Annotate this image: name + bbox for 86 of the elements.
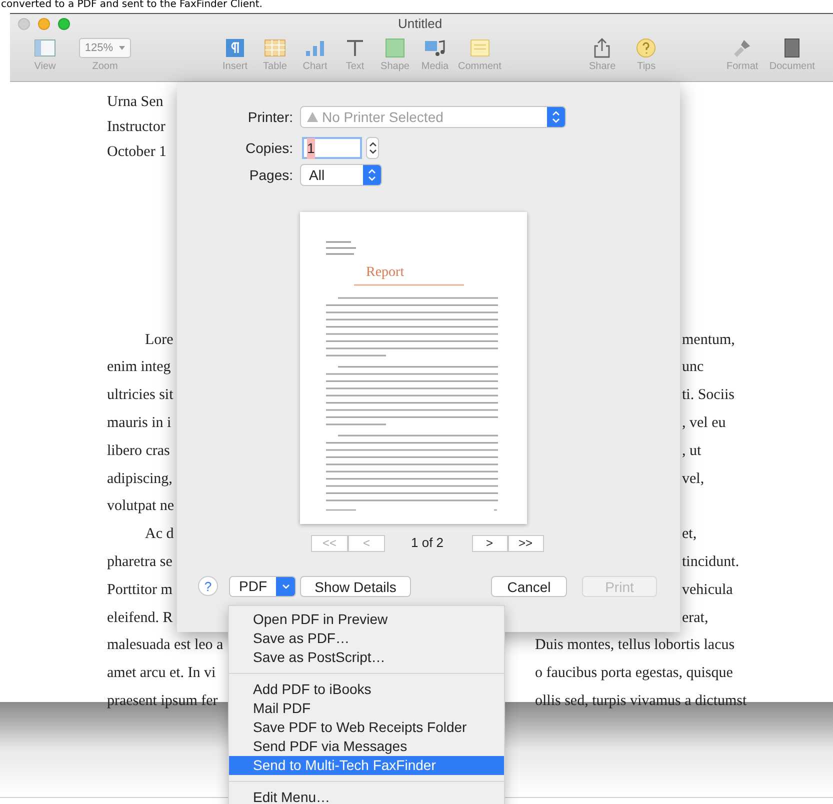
document-text: mauris in i [107, 414, 172, 434]
toolbar-button[interactable]: Comment [458, 38, 502, 72]
document-text: Duis montes, tellus lobortis lacus [535, 636, 735, 656]
close-window-icon[interactable] [18, 18, 30, 30]
document-text: unc [682, 358, 704, 378]
zoom-window-icon[interactable] [58, 18, 70, 30]
menu-item[interactable]: Open PDF in Preview [229, 610, 504, 629]
caret-icon [119, 46, 126, 50]
document-text: et, [682, 525, 697, 544]
page-nav-button[interactable]: >> [508, 534, 544, 552]
table-icon [264, 38, 286, 58]
document-text: o faucibus porta egestas, quisque [535, 664, 733, 684]
document-text: erat, [682, 608, 708, 628]
bar-chart-icon [304, 38, 326, 58]
document-text: Instructor [107, 118, 166, 137]
question-icon [635, 38, 658, 58]
zoom-dropdown[interactable]: 125% [78, 38, 132, 58]
stepper-arrows-icon [368, 142, 376, 154]
toolbar-button[interactable]: Tips [629, 38, 664, 72]
pdf-menu-button[interactable]: PDF [229, 576, 296, 596]
cancel-button[interactable]: Cancel [491, 576, 567, 596]
document-text: October 1 [107, 143, 167, 162]
printer-label: Printer: [246, 108, 293, 126]
minimize-window-icon[interactable] [38, 18, 50, 30]
pages-dropdown[interactable]: All [300, 164, 382, 186]
document-text: mentum, [682, 330, 735, 350]
document-text: , ut [682, 442, 702, 461]
copies-field[interactable]: 1 [302, 137, 362, 159]
document-text: Urna Sen [107, 93, 164, 112]
warning-icon [307, 112, 318, 122]
chevron-down-icon [282, 584, 290, 588]
media-icon [424, 38, 446, 58]
document-text: pharetra se [107, 553, 172, 572]
document-text: volutpat ne [107, 497, 174, 516]
document-text: libero cras [107, 442, 170, 461]
document-text: eleifend. R [107, 608, 173, 628]
menu-item[interactable]: Send PDF via Messages [229, 737, 504, 756]
toolbar-button[interactable]: Table [258, 38, 292, 72]
page-count: 1 of 2 [411, 534, 444, 552]
document-text: tincidunt. [682, 553, 740, 572]
square-icon [384, 38, 406, 58]
menu-item[interactable]: Send to Multi-Tech FaxFinder [229, 756, 504, 775]
document-text: ollis sed, turpis vivamus a dictumst [535, 692, 747, 711]
document-text: ultricies sit [107, 386, 174, 406]
text-icon [344, 38, 366, 58]
toolbar-label: Zoom [92, 62, 118, 72]
menu-item[interactable]: Save PDF to Web Receipts Folder [229, 718, 504, 737]
show-details-button[interactable]: Show Details [300, 576, 411, 596]
toolbar-button[interactable]: View [28, 38, 62, 72]
toolbar-button[interactable]: Text [338, 38, 372, 72]
note-icon [468, 38, 491, 58]
menu-item[interactable]: Save as PostScript… [229, 648, 504, 667]
help-button[interactable]: ? [198, 576, 218, 596]
menu-item[interactable]: Edit Menu… [229, 788, 504, 804]
document-text: vehicula [682, 580, 733, 600]
document-text: malesuada est leo a [107, 636, 224, 656]
page-nav-button[interactable]: > [472, 534, 508, 552]
stepper-arrows-icon [368, 169, 376, 181]
document-text: enim integ [107, 358, 171, 378]
document-text: Porttitor m [107, 580, 172, 600]
document-text: praesent ipsum fer [107, 692, 218, 711]
menu-item[interactable]: Save as PDF… [229, 629, 504, 648]
pages-label: Pages: [248, 166, 293, 185]
sidebar-icon [34, 38, 56, 58]
toolbar-button[interactable]: Media [418, 38, 452, 72]
toolbar-button[interactable]: Share [585, 38, 620, 72]
document-text: adipiscing, [107, 470, 172, 489]
toolbar-button[interactable]: Shape [378, 38, 412, 72]
preview-heading: Report [366, 266, 406, 280]
copies-label: Copies: [244, 138, 293, 158]
document-text: vel, [682, 470, 704, 489]
toolbar-button[interactable]: Chart [298, 38, 332, 72]
menu-item[interactable]: Add PDF to iBooks [229, 680, 504, 699]
toolbar-button[interactable]: Document [769, 38, 815, 72]
toolbar-button[interactable]: Format [725, 38, 760, 72]
window-title: Untitled [398, 15, 442, 34]
menu-item[interactable]: Mail PDF [229, 699, 504, 718]
toolbar-button[interactable]: Insert [218, 38, 252, 72]
document-text: Ac d [145, 525, 174, 544]
document-text: ti. Sociis [682, 386, 735, 406]
copies-stepper[interactable] [366, 137, 379, 159]
paragraph-icon [224, 38, 246, 58]
document-text: Lore [145, 330, 174, 350]
document-text: amet arcu et. In vi [107, 664, 216, 684]
document-text: , vel eu [682, 414, 726, 434]
stepper-arrows-icon [552, 111, 560, 123]
